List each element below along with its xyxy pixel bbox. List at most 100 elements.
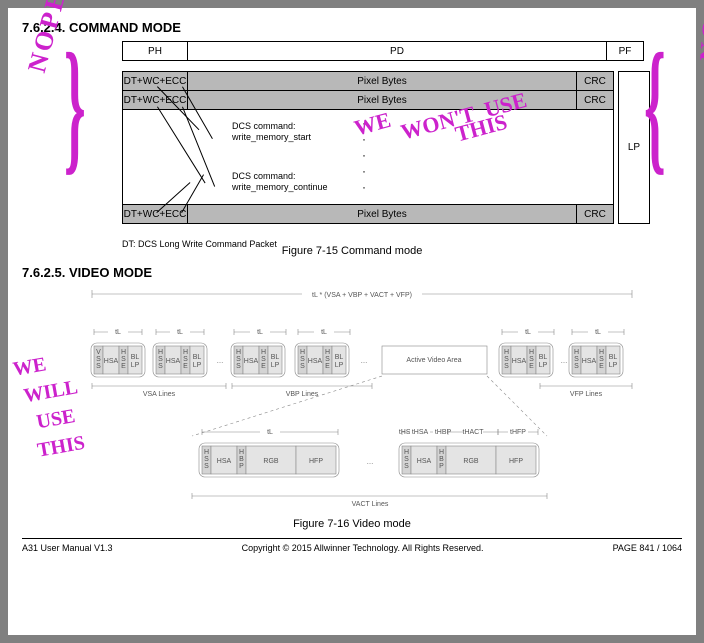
callout-line: DCS command: [232, 121, 311, 132]
section-number: 7.6.2.5. [22, 265, 65, 280]
cell-dt: DT+WC+ECC [123, 72, 188, 90]
svg-text:S: S [504, 363, 509, 370]
svg-text:tL: tL [177, 329, 183, 336]
svg-text:B: B [439, 456, 444, 463]
svg-text:S: S [183, 356, 188, 363]
page-footer: A31 User Manual V1.3 Copyright © 2015 Al… [22, 538, 682, 553]
svg-text:H: H [158, 349, 163, 356]
svg-text:B: B [239, 456, 244, 463]
section-heading-vid: 7.6.2.5. VIDEO MODE [22, 265, 682, 280]
svg-text:H: H [300, 349, 305, 356]
svg-text:…: … [361, 358, 368, 365]
svg-text:BL: BL [539, 354, 548, 361]
svg-text:S: S [504, 356, 509, 363]
svg-text:E: E [183, 363, 188, 370]
svg-text:tL * (VSA + VBP + VACT + VFP): tL * (VSA + VBP + VACT + VFP) [312, 292, 412, 299]
svg-text:E: E [121, 363, 126, 370]
svg-text:LP: LP [539, 362, 548, 369]
svg-text:S: S [236, 363, 241, 370]
svg-text:tL: tL [115, 329, 121, 336]
svg-text:H: H [325, 349, 330, 356]
cell-crc: CRC [577, 91, 613, 109]
svg-text:H: H [239, 449, 244, 456]
svg-text:VFP Lines: VFP Lines [570, 391, 603, 398]
col-pd: PD [188, 42, 607, 60]
svg-text:S: S [529, 356, 534, 363]
callout-line: DCS command: [232, 171, 328, 182]
svg-text:LP: LP [271, 362, 280, 369]
svg-text:tHFP: tHFP [510, 429, 526, 436]
svg-text:P: P [439, 463, 444, 470]
svg-text:tL: tL [321, 329, 327, 336]
svg-text:LP: LP [193, 362, 202, 369]
svg-text:H: H [439, 449, 444, 456]
svg-text:H: H [504, 349, 509, 356]
cell-crc: CRC [577, 205, 613, 223]
svg-text:HSA: HSA [582, 358, 597, 365]
svg-text:H: H [261, 349, 266, 356]
figure-command-mode: PH PD PF DT+WC+ECC Pixel Bytes CRC DT+WC… [22, 41, 682, 241]
cell-dt: DT+WC+ECC [123, 91, 188, 109]
video-mode-diagram: text{font-family:Arial;font-size:7px;fil… [72, 286, 652, 516]
callout-line: write_memory_start [232, 132, 311, 143]
svg-text:H: H [183, 349, 188, 356]
footer-mid: Copyright © 2015 Allwinner Technology. A… [242, 543, 484, 553]
svg-text:tHBP: tHBP [435, 429, 452, 436]
svg-text:BL: BL [335, 354, 344, 361]
svg-text:BL: BL [609, 354, 618, 361]
svg-text:S: S [574, 356, 579, 363]
svg-text:VSA Lines: VSA Lines [143, 391, 176, 398]
footer-right: PAGE 841 / 1064 [613, 543, 682, 553]
section-title: COMMAND MODE [69, 20, 181, 35]
callout-write-memory-continue: DCS command: write_memory_continue [232, 171, 328, 193]
cell-crc: CRC [577, 72, 613, 90]
svg-text:S: S [404, 456, 409, 463]
svg-text:HSA: HSA [104, 358, 119, 365]
svg-text:H: H [574, 349, 579, 356]
svg-text:H: H [236, 349, 241, 356]
svg-text:tHACT: tHACT [463, 429, 485, 436]
svg-text:HFP: HFP [509, 458, 523, 465]
svg-text:tHSA: tHSA [412, 429, 429, 436]
svg-text:H: H [204, 449, 209, 456]
svg-text:RGB: RGB [463, 458, 479, 465]
svg-text:E: E [325, 363, 330, 370]
svg-text:V: V [96, 349, 101, 356]
svg-text:VBP Lines: VBP Lines [286, 391, 319, 398]
svg-text:S: S [261, 356, 266, 363]
svg-text:S: S [404, 463, 409, 470]
col-ph: PH [123, 42, 188, 60]
annotation-brace-left: } [64, 31, 86, 180]
svg-text:…: … [217, 358, 224, 365]
svg-text:LP: LP [335, 362, 344, 369]
packet-header-strip: PH PD PF [122, 41, 644, 61]
footer-left: A31 User Manual V1.3 [22, 543, 113, 553]
svg-text:S: S [158, 356, 163, 363]
svg-text:…: … [367, 459, 374, 466]
col-pf: PF [607, 42, 643, 60]
svg-text:S: S [599, 356, 604, 363]
svg-text:E: E [261, 363, 266, 370]
svg-text:Active Video Area: Active Video Area [406, 357, 461, 364]
svg-text:S: S [96, 363, 101, 370]
svg-text:HSA: HSA [308, 358, 323, 365]
svg-text:BL: BL [131, 354, 140, 361]
figure-video-mode: text{font-family:Arial;font-size:7px;fil… [72, 286, 642, 516]
svg-text:RGB: RGB [263, 458, 279, 465]
section-heading-cmd: 7.6.2.4. COMMAND MODE [22, 20, 682, 35]
callout-write-memory-start: DCS command: write_memory_start [232, 121, 311, 143]
svg-text:S: S [300, 363, 305, 370]
svg-text:S: S [325, 356, 330, 363]
svg-text:S: S [204, 456, 209, 463]
svg-text:…: … [561, 358, 568, 365]
caption-vid: Figure 7-16 Video mode [22, 518, 682, 530]
svg-text:BL: BL [271, 354, 280, 361]
svg-text:H: H [404, 449, 409, 456]
svg-text:VACT Lines: VACT Lines [352, 501, 389, 508]
annotation-nope-right: NOPE [694, 0, 704, 63]
packet-row: DT+WC+ECC Pixel Bytes CRC [123, 205, 613, 223]
cell-pb: Pixel Bytes [188, 205, 577, 223]
cell-dt: DT+WC+ECC [123, 205, 188, 223]
svg-text:BL: BL [193, 354, 202, 361]
svg-text:S: S [158, 363, 163, 370]
